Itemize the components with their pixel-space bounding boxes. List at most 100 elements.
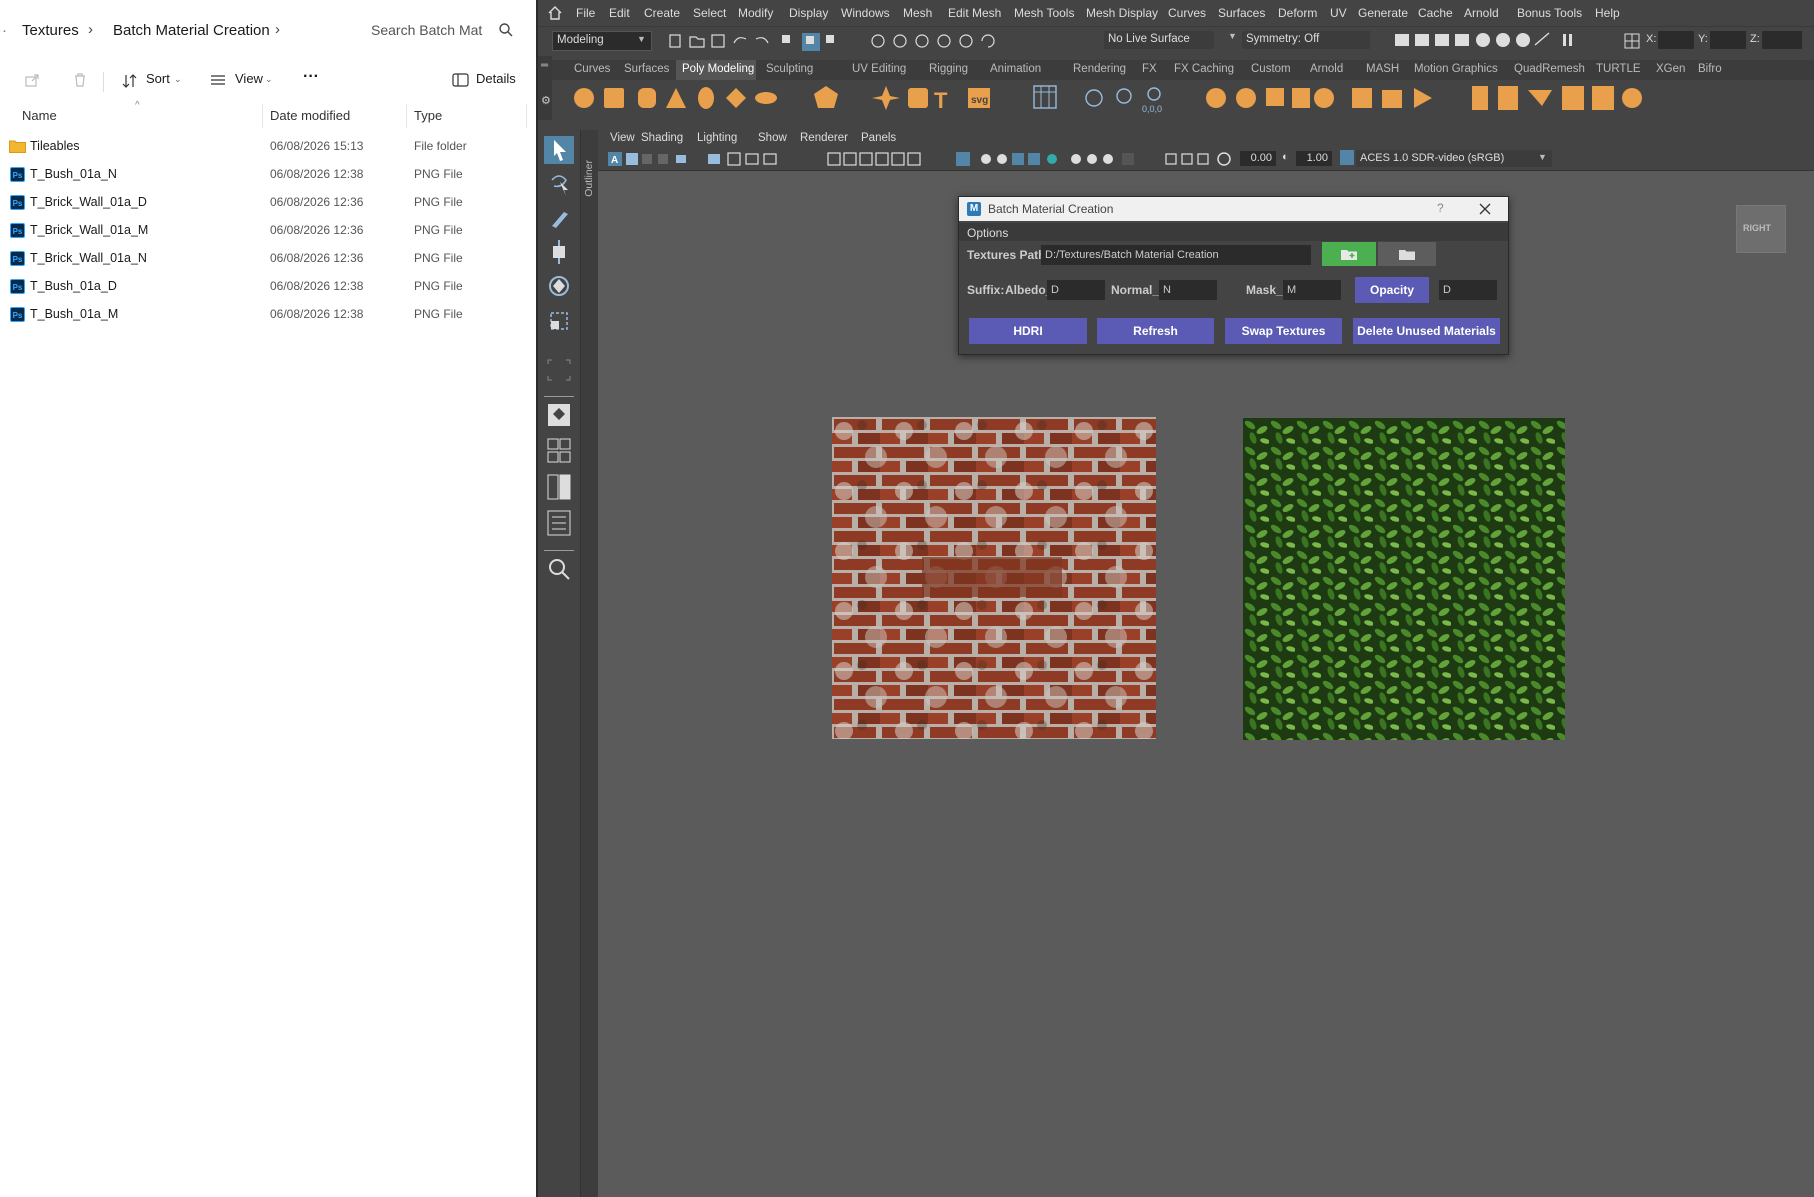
breadcrumb-batch-material-creation[interactable]: Batch Material Creation bbox=[113, 22, 270, 39]
menu-generate[interactable]: Generate bbox=[1358, 6, 1408, 20]
exposure-field[interactable]: 0.00 bbox=[1240, 151, 1276, 166]
statusline-icons[interactable] bbox=[656, 31, 996, 51]
panel-menu-shading[interactable]: Shading bbox=[641, 132, 683, 144]
color-space-dropdown[interactable]: ACES 1.0 SDR-video (sRGB) ▼ bbox=[1356, 150, 1552, 167]
four-view-layout-icon[interactable] bbox=[544, 436, 574, 466]
column-divider[interactable] bbox=[406, 104, 407, 128]
close-icon[interactable] bbox=[1479, 203, 1491, 215]
hdri-button[interactable]: HDRI bbox=[969, 318, 1087, 344]
list-item[interactable]: Tileables 06/08/2026 15:13 File folder bbox=[0, 133, 536, 161]
tab-arnold[interactable]: Arnold bbox=[1310, 63, 1343, 75]
y-field[interactable] bbox=[1710, 31, 1746, 49]
menu-mesh[interactable]: Mesh bbox=[903, 6, 932, 20]
menu-edit-mesh[interactable]: Edit Mesh bbox=[948, 6, 1001, 20]
poly-modeling-shelf-icons[interactable]: T svg 0,0,0 bbox=[552, 80, 1814, 118]
tab-fx[interactable]: FX bbox=[1142, 63, 1157, 75]
rotate-tool-icon[interactable] bbox=[544, 272, 574, 300]
render-icons[interactable] bbox=[1383, 31, 1573, 51]
browse-folder-button[interactable] bbox=[1378, 242, 1436, 266]
column-name[interactable]: Name bbox=[22, 108, 57, 123]
menu-mesh-display[interactable]: Mesh Display bbox=[1086, 6, 1158, 20]
panel-menu-show[interactable]: Show bbox=[758, 132, 787, 144]
color-management-icon[interactable] bbox=[1340, 150, 1354, 165]
tab-uv-editing[interactable]: UV Editing bbox=[852, 63, 906, 75]
menu-bonus-tools[interactable]: Bonus Tools bbox=[1517, 6, 1582, 20]
panel-menu-view[interactable]: View bbox=[610, 132, 635, 144]
dialog-titlebar[interactable]: M Batch Material Creation ? bbox=[959, 197, 1508, 221]
textures-path-field[interactable]: D:/Textures/Batch Material Creation bbox=[1041, 245, 1311, 265]
list-item[interactable]: Ps T_Bush_01a_M 06/08/2026 12:38 PNG Fil… bbox=[0, 301, 536, 329]
dropdown-arrow-icon[interactable]: ▼ bbox=[1228, 31, 1237, 41]
menu-mesh-tools[interactable]: Mesh Tools bbox=[1014, 6, 1074, 20]
list-item[interactable]: Ps T_Bush_01a_N 06/08/2026 12:38 PNG Fil… bbox=[0, 161, 536, 189]
search-icon[interactable] bbox=[546, 556, 572, 582]
refresh-button[interactable]: Refresh bbox=[1097, 318, 1214, 344]
details-pane-icon[interactable] bbox=[452, 73, 469, 87]
gamma-icon[interactable]: ◐ bbox=[1282, 151, 1289, 163]
menu-file[interactable]: File bbox=[576, 6, 595, 20]
mode-selector[interactable]: Modeling ▼ bbox=[552, 31, 652, 51]
side-by-side-layout-icon[interactable] bbox=[544, 472, 574, 502]
menu-edit[interactable]: Edit bbox=[609, 6, 630, 20]
menu-select[interactable]: Select bbox=[693, 6, 726, 20]
search-box[interactable]: Search Batch Mat bbox=[356, 14, 521, 48]
breadcrumb-overflow[interactable]: · bbox=[2, 22, 7, 39]
panel-menu-panels[interactable]: Panels bbox=[861, 132, 896, 144]
normal-suffix-field[interactable]: N bbox=[1159, 280, 1217, 300]
single-perspective-layout-icon[interactable] bbox=[544, 402, 574, 430]
z-field[interactable] bbox=[1762, 31, 1802, 49]
details-button[interactable]: Details bbox=[476, 71, 516, 86]
tab-fx-caching[interactable]: FX Caching bbox=[1174, 63, 1234, 75]
outliner-layout-icon[interactable] bbox=[544, 508, 574, 538]
live-surface-field[interactable]: No Live Surface bbox=[1104, 31, 1214, 49]
home-icon[interactable] bbox=[548, 6, 562, 20]
column-divider[interactable] bbox=[526, 104, 527, 128]
delete-unused-materials-button[interactable]: Delete Unused Materials bbox=[1353, 318, 1500, 344]
column-date-modified[interactable]: Date modified bbox=[270, 108, 350, 123]
menu-curves[interactable]: Curves bbox=[1168, 6, 1206, 20]
help-button[interactable]: ? bbox=[1437, 201, 1444, 215]
select-tool[interactable] bbox=[544, 136, 574, 164]
panel-toolbar-icons[interactable]: A bbox=[606, 150, 1346, 168]
list-item[interactable]: Ps T_Brick_Wall_01a_N 06/08/2026 12:36 P… bbox=[0, 245, 536, 273]
breadcrumb-textures[interactable]: Textures bbox=[22, 22, 79, 39]
menu-cache[interactable]: Cache bbox=[1418, 6, 1453, 20]
panel-menu-renderer[interactable]: Renderer bbox=[800, 132, 848, 144]
tab-bifrost[interactable]: Bifro bbox=[1698, 63, 1722, 75]
tab-poly-modeling[interactable]: Poly Modeling bbox=[676, 60, 756, 80]
tab-custom[interactable]: Custom bbox=[1251, 63, 1291, 75]
view-button[interactable]: View bbox=[235, 71, 263, 86]
sort-button[interactable]: Sort bbox=[146, 71, 170, 86]
search-icon[interactable] bbox=[498, 22, 514, 38]
address-bar[interactable]: · Textures › Batch Material Creation › bbox=[0, 14, 348, 48]
grid-icon[interactable] bbox=[1624, 33, 1640, 49]
view-icon[interactable] bbox=[210, 74, 226, 86]
tab-quadremesh[interactable]: QuadRemesh bbox=[1514, 63, 1585, 75]
panel-menu-lighting[interactable]: Lighting bbox=[697, 132, 737, 144]
gamma-field[interactable]: 1.00 bbox=[1296, 151, 1332, 166]
view-cube[interactable]: RIGHT bbox=[1736, 205, 1786, 253]
menu-icon[interactable]: ═ bbox=[541, 60, 548, 71]
list-item[interactable]: Ps T_Bush_01a_D 06/08/2026 12:38 PNG Fil… bbox=[0, 273, 536, 301]
menu-arnold[interactable]: Arnold bbox=[1464, 6, 1499, 20]
mask-suffix-field[interactable]: M bbox=[1283, 280, 1341, 300]
albedo-suffix-field[interactable]: D bbox=[1047, 280, 1105, 300]
lasso-select-icon[interactable] bbox=[544, 170, 574, 198]
bush-textured-plane[interactable] bbox=[1243, 418, 1565, 740]
share-icon[interactable] bbox=[24, 72, 40, 88]
tab-rigging[interactable]: Rigging bbox=[929, 63, 968, 75]
menu-deform[interactable]: Deform bbox=[1278, 6, 1317, 20]
tab-motion-graphics[interactable]: Motion Graphics bbox=[1414, 63, 1498, 75]
list-item[interactable]: Ps T_Brick_Wall_01a_M 06/08/2026 12:36 P… bbox=[0, 217, 536, 245]
new-folder-button[interactable] bbox=[1322, 242, 1376, 266]
breadcrumb-chevron-icon[interactable]: › bbox=[275, 21, 280, 38]
tab-xgen[interactable]: XGen bbox=[1656, 63, 1685, 75]
outliner-tab[interactable]: Outliner bbox=[581, 130, 599, 1197]
scale-tool-icon[interactable] bbox=[544, 306, 574, 334]
brick-wall-textured-plane[interactable] bbox=[832, 417, 1156, 739]
tab-sculpting[interactable]: Sculpting bbox=[766, 63, 813, 75]
tab-rendering[interactable]: Rendering bbox=[1073, 63, 1126, 75]
tab-mash[interactable]: MASH bbox=[1366, 63, 1399, 75]
tab-turtle[interactable]: TURTLE bbox=[1596, 63, 1641, 75]
menu-create[interactable]: Create bbox=[644, 6, 680, 20]
